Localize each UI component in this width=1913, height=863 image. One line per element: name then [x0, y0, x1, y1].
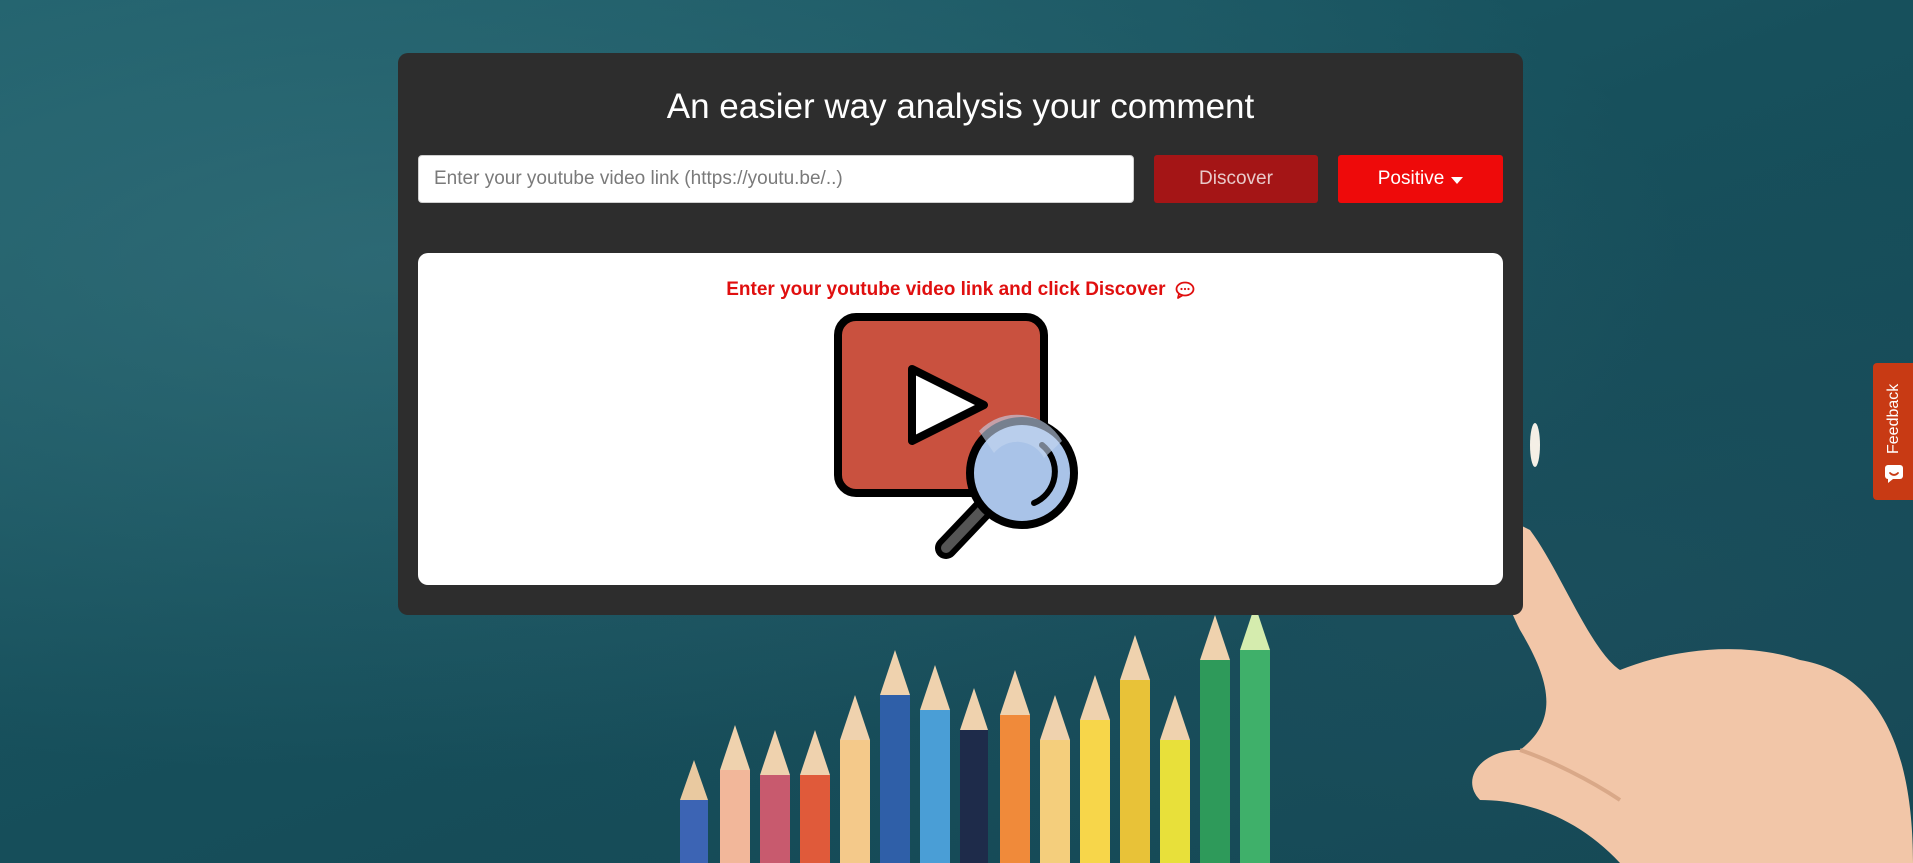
instruction-text: Enter your youtube video link and click … — [726, 279, 1166, 300]
smile-icon — [1885, 465, 1903, 483]
analysis-card: An easier way analysis your comment Disc… — [398, 53, 1523, 615]
feedback-tab[interactable]: Feedback — [1873, 363, 1913, 500]
feedback-label: Feedback — [1885, 383, 1902, 455]
discover-button[interactable]: Discover — [1154, 155, 1318, 203]
pencils-illustration — [680, 605, 1270, 863]
instruction-message: Enter your youtube video link and click … — [418, 277, 1503, 303]
results-panel: Enter your youtube video link and click … — [418, 253, 1503, 585]
video-link-input[interactable] — [418, 155, 1134, 203]
page-title: An easier way analysis your comment — [666, 87, 1255, 126]
caret-down-icon — [1451, 176, 1464, 184]
sentiment-filter-label: Positive — [1377, 168, 1445, 189]
sentiment-filter-dropdown[interactable]: Positive — [1338, 155, 1503, 203]
chat-bubble-icon — [1175, 281, 1195, 299]
youtube-search-icon — [834, 313, 1078, 559]
